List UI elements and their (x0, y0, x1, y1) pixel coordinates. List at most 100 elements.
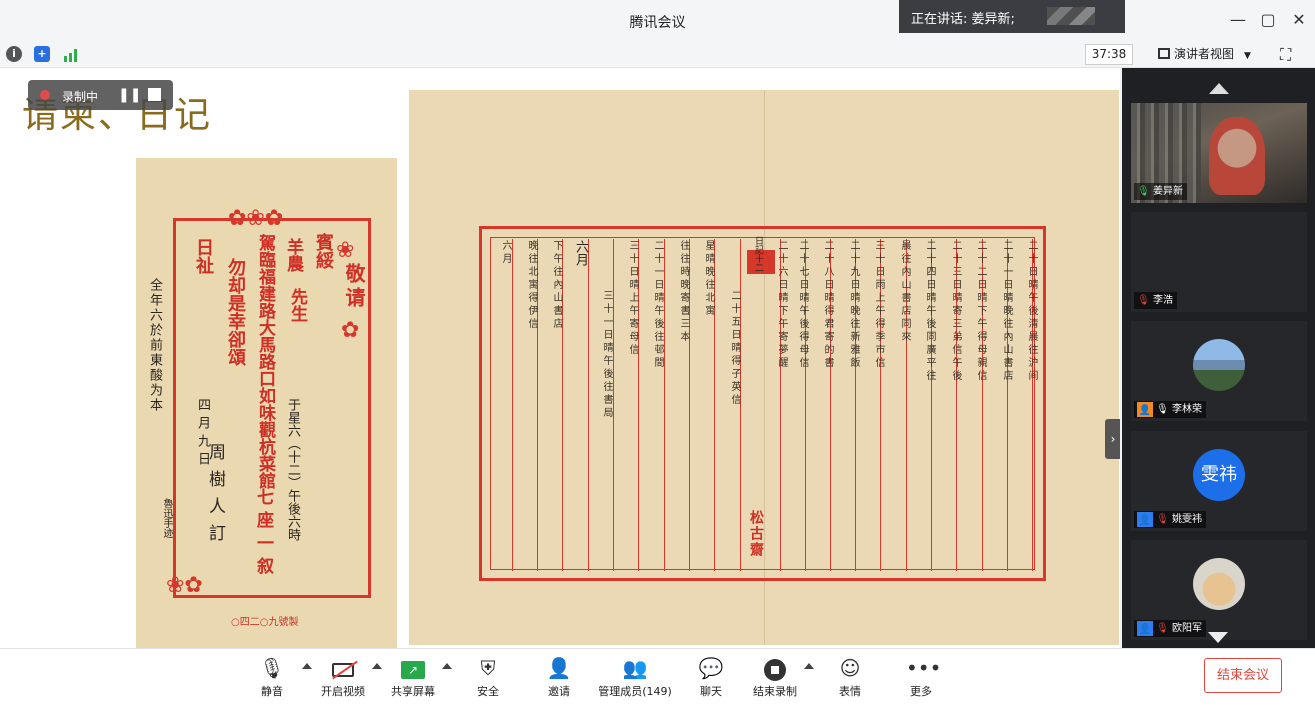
participant-tile[interactable]: 👤 🎙 李林荣 (1131, 321, 1307, 421)
diary-entry: 二十九日晴晚往新雅飯 (848, 240, 859, 370)
diary-entry: 晚往北寓得伊信 (526, 240, 537, 331)
pause-recording-button[interactable]: ❚❚ (118, 87, 141, 103)
speaking-label: 正在讲话: 姜异新; (911, 12, 1015, 27)
diary-entry: 二十四日晴午後同廣平往 (924, 240, 935, 383)
diary-entry: 二十一日晴午後往邨間 (652, 240, 663, 370)
flower-ornament-icon: ✿ (341, 318, 360, 343)
participant-name: 姚雯祎 (1172, 514, 1202, 525)
invite-label: 邀请 (548, 685, 570, 698)
mute-options-caret[interactable] (302, 663, 312, 669)
participant-avatar: 雯祎 (1193, 449, 1245, 501)
invitation-card: 全年六於前東酸为本 ✿❀✿ ❀ ✿ ❀✿ 敬请 賓綏 先生 羊農 駕臨福建路大馬… (136, 158, 397, 648)
view-mode-dropdown[interactable]: 演讲者视图 ▼ (1150, 44, 1265, 65)
participant-tile[interactable]: 🎙 李浩 (1131, 212, 1307, 312)
invitation-col-4: 羊農 (283, 238, 303, 272)
shield-icon[interactable]: + (34, 46, 50, 62)
stop-recording-label: 结束录制 (753, 685, 797, 698)
microphone-icon: 🎙 (259, 656, 285, 680)
security-button[interactable]: ⛨ 安全 (474, 655, 502, 699)
invitation-col-5: 駕臨福建路大馬路口如味觀杭菜館 (255, 234, 275, 489)
diary-entry: 星晴晚往北寓 (703, 240, 714, 318)
scroll-down-icon[interactable] (1208, 632, 1228, 643)
video-options-caret[interactable] (372, 663, 382, 669)
invitation-col-1: 敬请 (342, 263, 366, 311)
manage-members-label: 管理成员(149) (598, 685, 672, 698)
close-button[interactable]: ✕ (1288, 10, 1310, 29)
invitation-stamp: 魯迅手迹 (161, 498, 172, 538)
reactions-button[interactable]: ☺ 表情 (836, 655, 864, 699)
more-dots-icon: ••• (906, 656, 942, 680)
chat-label: 聊天 (700, 685, 722, 698)
stop-recording-button[interactable]: 结束录制 (750, 655, 800, 699)
invitation-col-6: 勿却是幸卻頌 (225, 258, 246, 366)
invitation-side-note: 全年六於前東酸为本 (147, 278, 162, 413)
diary-entry: 二十八日晴得君寄的書 (822, 240, 833, 370)
participant-tile[interactable]: 雯祎 👤 🎙 姚雯祎 (1131, 431, 1307, 531)
manage-members-button[interactable]: 👥 管理成员(149) (598, 655, 672, 699)
meeting-timer: 37:38 (1085, 44, 1133, 65)
view-mode-label: 演讲者视图 (1174, 47, 1235, 61)
diary-entry: 三十日雨上午得季市信 (873, 240, 884, 370)
mute-button[interactable]: 🎙 静音 (258, 655, 286, 699)
diary-entry: 晨往內山書店同來 (899, 240, 910, 344)
participant-name: 李林荣 (1172, 404, 1202, 415)
mic-on-icon: 🎙 (1137, 186, 1150, 197)
mic-muted-icon: 🎙 (1137, 295, 1150, 306)
camera-off-icon (332, 662, 354, 677)
participant-tile[interactable]: 🎙 姜异新 (1131, 103, 1307, 203)
participant-namebar: 👤 🎙 姚雯祎 (1134, 511, 1206, 528)
minimize-button[interactable]: — (1227, 10, 1249, 29)
signal-icon[interactable] (63, 47, 79, 62)
diary-entry: 二十七日晴午後得母信 (797, 240, 808, 370)
participant-panel: 🎙 姜异新 🎙 李浩 👤 🎙 李林荣 雯祎 👤 🎙 姚雯祎 👤 🎙 欧阳军 (1122, 68, 1315, 648)
panel-toggle-button[interactable]: › (1105, 419, 1120, 459)
participant-avatar (1193, 558, 1245, 610)
maximize-button[interactable]: ▢ (1257, 10, 1279, 29)
participant-tile[interactable]: 👤 🎙 欧阳军 (1131, 540, 1307, 640)
diary-center-mark: 日記十二 (753, 236, 763, 272)
invitation-col-2: 賓綏 (313, 233, 334, 269)
reactions-label: 表情 (839, 685, 861, 698)
fullscreen-icon[interactable]: ⛶ (1280, 45, 1291, 65)
record-options-caret[interactable] (804, 663, 814, 669)
diary-entry: 二十三日晴寄三弟信午後 (950, 240, 961, 383)
person-icon: 👤 (1137, 402, 1153, 417)
stop-recording-button[interactable] (148, 88, 161, 101)
video-button[interactable]: 开启视频 (318, 655, 368, 699)
flower-ornament-icon: ✿❀✿ (228, 206, 284, 231)
shield-icon: ⛨ (480, 656, 496, 680)
diary-entry: 二十二日晴下午得母親信 (975, 240, 986, 383)
diary-entry: 下午往內山書店 (551, 240, 562, 331)
diary-entry: 六月 (500, 240, 511, 266)
participant-name: 姜异新 (1153, 186, 1183, 197)
more-button[interactable]: ••• 更多 (906, 655, 942, 699)
flower-ornament-icon: ❀ (336, 238, 355, 263)
diary-entry: 三十日晴上午寄母信 (627, 240, 638, 357)
invitation-col-9: 于星六（十二）午後六時 (285, 398, 300, 541)
share-screen-button[interactable]: ↗ 共享屏幕 (388, 655, 438, 699)
chevron-down-icon: ▼ (1244, 51, 1251, 61)
participant-namebar: 🎙 姜异新 (1134, 183, 1187, 200)
video-label: 开启视频 (321, 685, 365, 698)
mic-muted-icon: 🎙 (1156, 623, 1169, 634)
speaker-avatar-blur (1047, 7, 1095, 25)
record-dot-icon (40, 90, 50, 100)
smiley-icon: ☺ (839, 656, 861, 680)
members-icon: 👥 (622, 656, 648, 680)
diary-page: 日記十二 松古齋 六月 二十日晴午後清晨往沪间 二十一日晴晚往內山書店 二十二日… (409, 90, 1119, 645)
share-options-caret[interactable] (442, 663, 452, 669)
stop-record-icon (764, 658, 786, 681)
participant-name: 李浩 (1153, 295, 1173, 306)
invite-button[interactable]: 👤 邀请 (545, 655, 573, 699)
diary-entry: 二十一日晴晚往內山書店 (1001, 240, 1012, 383)
chat-button[interactable]: 💬 聊天 (697, 655, 725, 699)
grid-line (588, 239, 589, 571)
flower-ornament-icon: ❀✿ (166, 573, 203, 598)
chat-icon: 💬 (698, 656, 724, 680)
info-icon[interactable]: i (6, 46, 22, 62)
diary-entry: 往往時晚寄書三本 (678, 240, 689, 344)
recording-indicator: 录制中 ❚❚ (28, 80, 173, 110)
end-meeting-button[interactable]: 结束会议 (1204, 658, 1282, 693)
scroll-up-icon[interactable] (1209, 83, 1229, 94)
diary-brand: 松古齋 (748, 510, 764, 558)
